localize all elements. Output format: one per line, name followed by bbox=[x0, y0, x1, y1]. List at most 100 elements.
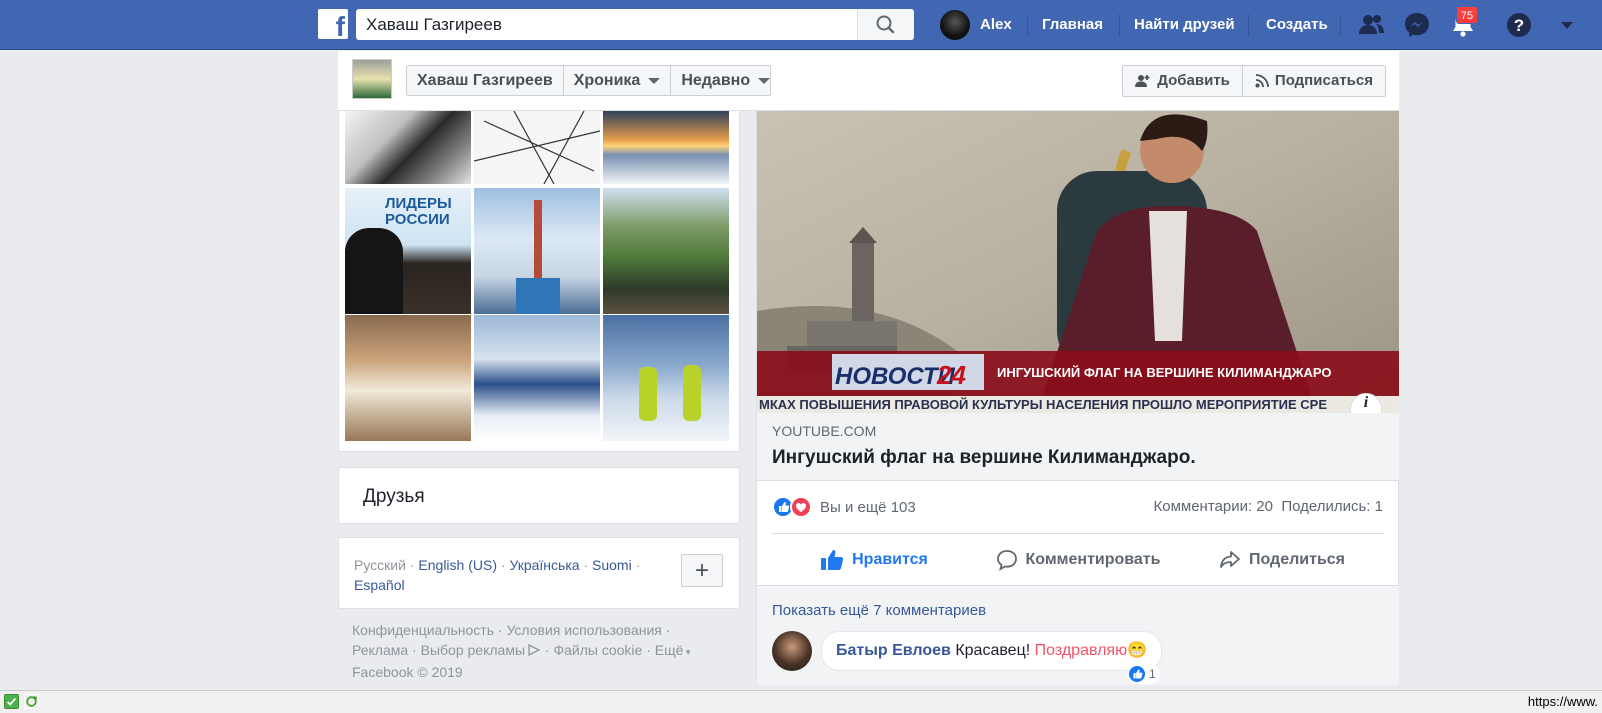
reactions-summary[interactable]: Вы и ещё 103 bbox=[772, 494, 916, 520]
photo-abstract-lines bbox=[474, 111, 600, 184]
breadcrumb: Хаваш Газгиреев Хроника Недавно bbox=[406, 65, 771, 96]
create-link[interactable]: Создать bbox=[1266, 16, 1328, 33]
photo-thumbnail[interactable] bbox=[603, 188, 729, 314]
help-icon[interactable]: ? bbox=[1504, 10, 1534, 40]
video-player[interactable]: НОВОСТИ 24 ИНГУШСКИЙ ФЛАГ НА ВЕРШИНЕ КИЛ… bbox=[757, 111, 1399, 413]
video-brand-number: 24 bbox=[936, 360, 966, 390]
add-friend-icon bbox=[1135, 75, 1150, 87]
add-friend-button[interactable]: Добавить bbox=[1123, 66, 1242, 96]
video-frame: НОВОСТИ 24 ИНГУШСКИЙ ФЛАГ НА ВЕРШИНЕ КИЛ… bbox=[757, 111, 1399, 413]
photo-thumbnail[interactable]: ЛИДЕРЫ РОССИИ bbox=[345, 188, 471, 314]
language-link[interactable]: Suomi bbox=[592, 557, 632, 573]
search-box bbox=[356, 9, 914, 40]
comment-like-count: 1 bbox=[1149, 667, 1156, 681]
language-link[interactable]: Español bbox=[354, 577, 405, 593]
status-url: https://www. bbox=[1527, 694, 1598, 709]
footer-link[interactable]: Реклама bbox=[352, 642, 408, 658]
comment-bubble: Батыр Евлоев Красавец! Поздравляю😁 bbox=[821, 631, 1163, 671]
svg-text:?: ? bbox=[1514, 16, 1524, 35]
engagement-counts: Комментарии: 20 Поделились: 1 bbox=[1154, 498, 1384, 515]
comment-text: Красавец! bbox=[955, 642, 1031, 659]
show-more-comments-link[interactable]: Показать ещё 7 комментариев bbox=[772, 602, 986, 619]
like-button[interactable]: Нравится bbox=[772, 534, 976, 585]
photos-card: ЛИДЕРЫ РОССИИ bbox=[338, 111, 740, 452]
comment-author[interactable]: Батыр Евлоев bbox=[836, 642, 951, 659]
photo-overlay-text: РОССИИ bbox=[385, 211, 450, 228]
home-link[interactable]: Главная bbox=[1042, 16, 1103, 33]
love-reaction-icon bbox=[790, 496, 812, 518]
photo-thumbnail[interactable] bbox=[474, 111, 600, 184]
photo-thumbnail[interactable] bbox=[345, 315, 471, 441]
footer-link[interactable]: Файлы cookie bbox=[553, 642, 642, 658]
breadcrumb-profile-label: Хаваш Газгиреев bbox=[417, 72, 553, 89]
language-card: Русский · English (US) · Українська · Su… bbox=[338, 537, 740, 609]
account-menu-chevron-down-icon[interactable] bbox=[1552, 10, 1582, 40]
shares-count[interactable]: Поделились: 1 bbox=[1281, 498, 1383, 515]
chevron-down-icon: ▾ bbox=[683, 647, 691, 657]
share-label: Поделиться bbox=[1248, 550, 1346, 568]
footer-link[interactable]: Конфиденциальность bbox=[352, 622, 494, 638]
nav-divider bbox=[1027, 14, 1028, 36]
follow-button[interactable]: Подписаться bbox=[1241, 66, 1385, 96]
photo-thumbnail[interactable] bbox=[474, 188, 600, 314]
current-language: Русский bbox=[354, 557, 406, 573]
language-link[interactable]: Українська bbox=[509, 557, 579, 573]
user-avatar[interactable] bbox=[940, 10, 970, 40]
timeline-dropdown[interactable]: Хроника bbox=[564, 66, 672, 95]
comments-count[interactable]: Комментарии: 20 bbox=[1154, 498, 1274, 515]
comments-section: Показать ещё 7 комментариев Батыр Евлоев… bbox=[757, 585, 1399, 685]
photo-thumbnail[interactable] bbox=[474, 315, 600, 441]
footer-link[interactable]: Выбор рекламы bbox=[421, 642, 525, 658]
comment-reactions[interactable]: 1 bbox=[1127, 664, 1160, 684]
link-preview[interactable]: YOUTUBE.COM Ингушский флаг на вершине Ки… bbox=[757, 413, 1399, 481]
friends-title[interactable]: Друзья bbox=[363, 486, 425, 508]
sort-dropdown[interactable]: Недавно bbox=[671, 66, 780, 95]
footer-link[interactable]: Ещё bbox=[655, 642, 684, 658]
breadcrumb-profile-name[interactable]: Хаваш Газгиреев bbox=[407, 66, 564, 95]
footer-link[interactable]: Условия использования bbox=[506, 622, 661, 638]
copyright: Facebook © 2019 bbox=[352, 664, 463, 680]
profile-thumbnail[interactable] bbox=[352, 59, 392, 99]
browser-status-bar: https://www. bbox=[0, 690, 1602, 713]
nav-divider bbox=[1340, 14, 1341, 36]
search-icon bbox=[876, 15, 895, 34]
share-button[interactable]: Поделиться bbox=[1180, 534, 1384, 585]
footer-links: Конфиденциальность · Условия использован… bbox=[352, 622, 691, 680]
profile-link[interactable]: Alex bbox=[980, 16, 1012, 33]
rss-follow-icon bbox=[1255, 74, 1269, 88]
comment-label: Комментировать bbox=[1025, 550, 1161, 568]
friend-requests-icon[interactable] bbox=[1356, 10, 1386, 40]
more-languages-button[interactable]: + bbox=[681, 554, 723, 587]
search-button[interactable] bbox=[857, 9, 914, 40]
chevron-down-icon bbox=[648, 77, 661, 84]
photo-thumbnail[interactable] bbox=[603, 315, 729, 441]
checkmark-icon bbox=[4, 694, 19, 709]
thumbs-up-icon bbox=[821, 549, 844, 570]
comment-bubble-icon bbox=[996, 549, 1017, 571]
photo-thumbnail[interactable] bbox=[345, 111, 471, 184]
logo-letter: f bbox=[335, 11, 345, 42]
nav-divider bbox=[1119, 14, 1120, 36]
like-reaction-icon bbox=[1128, 665, 1146, 683]
photo-thumbnail[interactable] bbox=[603, 111, 729, 184]
link-title[interactable]: Ингушский флаг на вершине Килиманджаро. bbox=[772, 447, 1196, 469]
top-navigation-bar: f Alex Главная Найти друзей Создать 75 ? bbox=[0, 0, 1602, 50]
facebook-logo[interactable]: f bbox=[318, 9, 348, 42]
follow-label: Подписаться bbox=[1274, 72, 1373, 89]
like-label: Нравится bbox=[852, 550, 928, 568]
share-arrow-icon bbox=[1220, 550, 1240, 568]
comment-emoji: 😁 bbox=[1127, 642, 1148, 659]
video-headline: ИНГУШСКИЙ ФЛАГ НА ВЕРШИНЕ КИЛИМАНДЖАРО bbox=[997, 365, 1332, 380]
messenger-icon[interactable] bbox=[1402, 10, 1432, 40]
link-domain: YOUTUBE.COM bbox=[772, 423, 877, 439]
photo-overlay-text: ЛИДЕРЫ bbox=[385, 195, 452, 212]
friends-card: Друзья bbox=[338, 467, 740, 524]
notification-badge: 75 bbox=[1456, 6, 1478, 24]
find-friends-link[interactable]: Найти друзей bbox=[1134, 16, 1235, 33]
commenter-avatar[interactable] bbox=[772, 631, 812, 671]
comment-button[interactable]: Комментировать bbox=[976, 534, 1180, 585]
profile-subheader: Хаваш Газгиреев Хроника Недавно Добавить… bbox=[338, 51, 1399, 111]
search-input[interactable] bbox=[356, 9, 856, 40]
reactions-text: Вы и ещё 103 bbox=[820, 498, 916, 516]
language-link[interactable]: English (US) bbox=[418, 557, 497, 573]
